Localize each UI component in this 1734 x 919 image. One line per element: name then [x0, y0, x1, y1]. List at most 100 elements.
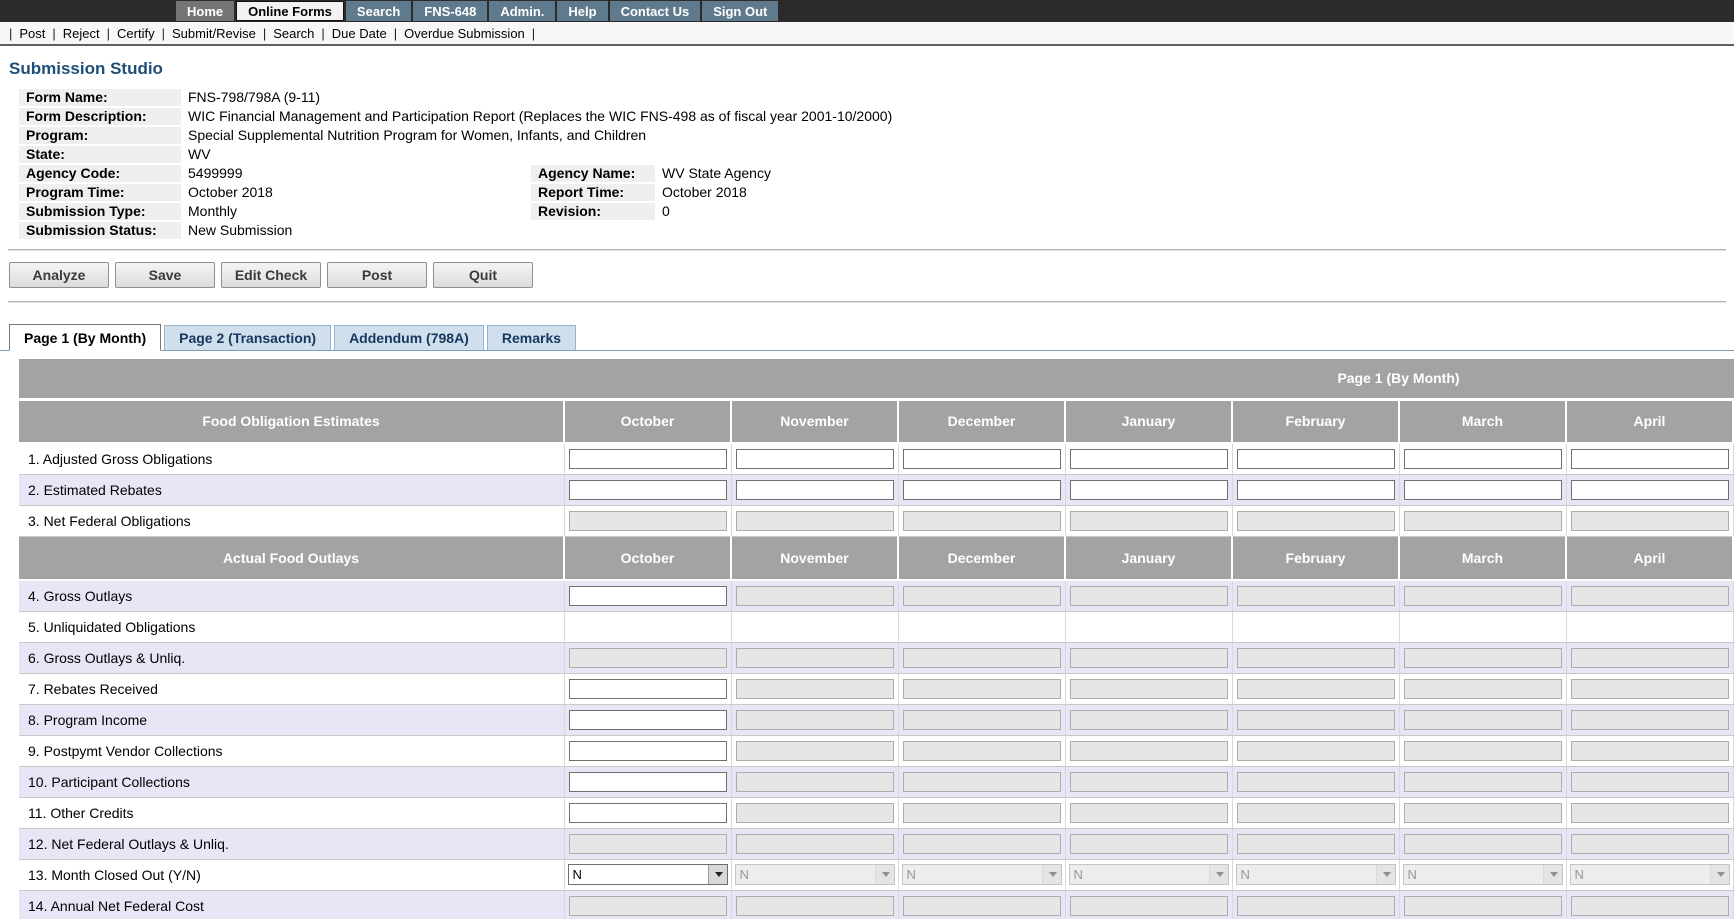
column-header-november: November	[731, 536, 898, 580]
menu-item-reject[interactable]: Reject	[63, 26, 100, 41]
month-input-april[interactable]	[1571, 480, 1729, 500]
nav-item-home[interactable]: Home	[176, 1, 234, 21]
menu-item-post[interactable]: Post	[19, 26, 45, 41]
cell-april	[1566, 611, 1733, 642]
month-input-october[interactable]	[569, 480, 727, 500]
column-header-march: March	[1399, 536, 1566, 580]
month-input-february	[1237, 648, 1395, 668]
cell-october	[564, 474, 731, 505]
nav-item-search[interactable]: Search	[346, 1, 411, 21]
month-input-october[interactable]	[569, 449, 727, 469]
nav-item-online-forms[interactable]: Online Forms	[236, 1, 344, 21]
month-input-february[interactable]	[1237, 449, 1395, 469]
form-info-row: State:WV	[19, 146, 1579, 165]
month-input-january[interactable]	[1070, 480, 1228, 500]
month-input-november	[736, 511, 894, 531]
month-input-december	[903, 741, 1061, 761]
form-info-value: October 2018	[655, 184, 1579, 203]
cell-april	[1566, 704, 1733, 735]
row-label: 11. Other Credits	[19, 797, 564, 828]
cell-january	[1065, 474, 1232, 505]
tab-addendum-798a[interactable]: Addendum (798A)	[334, 325, 484, 350]
edit-check-button[interactable]: Edit Check	[221, 262, 321, 288]
month-input-february	[1237, 586, 1395, 606]
month-input-december[interactable]	[903, 480, 1061, 500]
month-input-february	[1237, 741, 1395, 761]
cell-february	[1232, 642, 1399, 673]
cell-february	[1232, 735, 1399, 766]
form-info-label: Submission Type:	[19, 203, 181, 222]
nav-item-help[interactable]: Help	[557, 1, 607, 21]
month-input-december[interactable]	[903, 449, 1061, 469]
month-input-october[interactable]	[569, 679, 727, 699]
nav-item-admin[interactable]: Admin.	[489, 1, 555, 21]
cell-march	[1399, 474, 1566, 505]
cell-january	[1065, 642, 1232, 673]
month-input-december	[903, 896, 1061, 916]
analyze-button[interactable]: Analyze	[9, 262, 109, 288]
form-info-label: State:	[19, 146, 181, 165]
month-input-november[interactable]	[736, 480, 894, 500]
menu-item-certify[interactable]: Certify	[117, 26, 155, 41]
month-input-november[interactable]	[736, 449, 894, 469]
month-input-october[interactable]	[569, 586, 727, 606]
form-info-row: Program Time:October 2018Report Time:Oct…	[19, 184, 1579, 203]
month-input-april	[1571, 679, 1729, 699]
month-input-march[interactable]	[1404, 449, 1562, 469]
month-input-january[interactable]	[1070, 449, 1228, 469]
menu-item-search[interactable]: Search	[273, 26, 314, 41]
month-input-march[interactable]	[1404, 480, 1562, 500]
cell-october	[564, 890, 731, 919]
tab-page-2-transaction[interactable]: Page 2 (Transaction)	[164, 325, 331, 350]
month-input-march	[1404, 679, 1562, 699]
month-input-october[interactable]	[569, 741, 727, 761]
month-select-wrap: N	[1570, 864, 1730, 885]
month-input-april	[1571, 511, 1729, 531]
month-input-october[interactable]	[569, 710, 727, 730]
menu-item-due-date[interactable]: Due Date	[332, 26, 387, 41]
month-input-april[interactable]	[1571, 449, 1729, 469]
menu-separator: |	[162, 26, 165, 41]
cell-april	[1566, 735, 1733, 766]
column-header-january: January	[1065, 399, 1232, 443]
cell-december	[898, 580, 1065, 611]
form-info-value: 0	[655, 203, 1579, 222]
month-input-january	[1070, 679, 1228, 699]
grid-row: 13. Month Closed Out (Y/N)NNNNNNN	[19, 859, 1734, 890]
menu-item-submit-revise[interactable]: Submit/Revise	[172, 26, 256, 41]
save-button[interactable]: Save	[115, 262, 215, 288]
nav-item-sign-out[interactable]: Sign Out	[702, 1, 778, 21]
quit-button[interactable]: Quit	[433, 262, 533, 288]
column-header-december: December	[898, 399, 1065, 443]
month-input-february[interactable]	[1237, 480, 1395, 500]
form-info-label: Form Name:	[19, 89, 181, 108]
grid-span-header-row: Page 1 (By Month)	[19, 359, 1734, 399]
cell-april	[1566, 642, 1733, 673]
post-button[interactable]: Post	[327, 262, 427, 288]
cell-april	[1566, 505, 1733, 536]
month-input-november	[736, 679, 894, 699]
nav-item-fns-648[interactable]: FNS-648	[413, 1, 487, 21]
form-info-value: New Submission	[181, 222, 1579, 241]
month-input-october[interactable]	[569, 803, 727, 823]
grid-row: 3. Net Federal Obligations	[19, 505, 1734, 536]
menu-item-overdue-submission[interactable]: Overdue Submission	[404, 26, 525, 41]
month-closed-select-october[interactable]: N	[568, 864, 728, 885]
month-input-march	[1404, 834, 1562, 854]
tab-page-1-by-month[interactable]: Page 1 (By Month)	[9, 324, 161, 351]
month-input-december	[903, 586, 1061, 606]
month-input-december	[903, 772, 1061, 792]
month-input-december	[903, 834, 1061, 854]
cell-november	[731, 474, 898, 505]
row-label: 5. Unliquidated Obligations	[19, 611, 564, 642]
nav-item-contact-us[interactable]: Contact Us	[610, 1, 701, 21]
tab-remarks[interactable]: Remarks	[487, 325, 576, 350]
cell-february	[1232, 890, 1399, 919]
cell-november	[731, 443, 898, 474]
cell-march	[1399, 735, 1566, 766]
month-closed-select-december: N	[902, 864, 1062, 885]
cell-november	[731, 505, 898, 536]
cell-october	[564, 673, 731, 704]
cell-april	[1566, 797, 1733, 828]
month-input-october[interactable]	[569, 772, 727, 792]
